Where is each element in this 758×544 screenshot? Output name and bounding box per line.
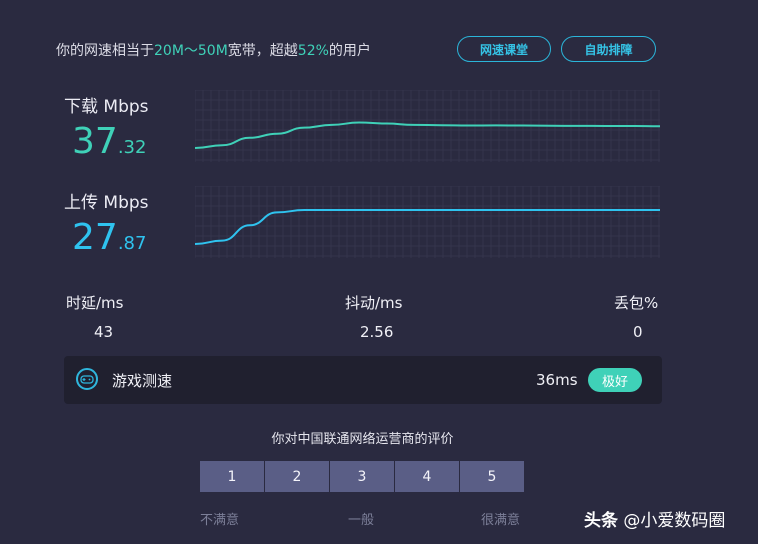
rating-title: 你对中国联通网络运营商的评价 <box>271 432 454 447</box>
speed-course-button[interactable]: 网速课堂 <box>457 36 551 62</box>
jitter-value: 2.56 <box>360 323 394 341</box>
upload-speed: 27.87 <box>72 220 146 262</box>
summary-bandwidth: 20M～50M <box>154 43 228 59</box>
latency-label: 时延/ms <box>66 294 124 312</box>
upload-speed-grid <box>195 186 660 258</box>
rating-option-2[interactable]: 2 <box>265 461 330 492</box>
rating-low-caption: 不满意 <box>200 513 240 528</box>
rating-option-3[interactable]: 3 <box>330 461 395 492</box>
game-speed-title: 游戏测速 <box>112 372 173 390</box>
rating-option-1[interactable]: 1 <box>200 461 265 492</box>
watermark-author: @小爱数码圈 <box>623 511 726 531</box>
latency-value: 43 <box>94 323 114 341</box>
summary-suffix: 的用户 <box>328 43 371 59</box>
game-quality-badge: 极好 <box>588 368 642 392</box>
packet-loss-value: 0 <box>633 323 643 341</box>
summary-prefix: 你的网速相当于 <box>56 43 154 59</box>
download-speed-chart <box>195 90 660 162</box>
download-speed-int: 37 <box>72 121 118 162</box>
upload-speed-dec: .87 <box>117 233 147 254</box>
rating-mid-caption: 一般 <box>348 513 375 528</box>
rating-option-4[interactable]: 4 <box>395 461 460 492</box>
speed-test-result-page: 你的网速相当于20M～50M宽带，超越52%的用户 网速课堂 自助排障 下载 M… <box>0 0 758 544</box>
download-speed: 37.32 <box>72 124 146 166</box>
self-diagnose-button[interactable]: 自助排障 <box>561 36 656 62</box>
rating-high-caption: 很满意 <box>481 513 521 528</box>
upload-speed-int: 27 <box>72 217 118 258</box>
rating-scale: 1 2 3 4 5 <box>200 461 524 492</box>
jitter-label: 抖动/ms <box>345 294 403 312</box>
speed-summary: 你的网速相当于20M～50M宽带，超越52%的用户 <box>56 40 371 60</box>
download-label: 下载 Mbps <box>64 97 149 117</box>
packet-loss-label: 丢包% <box>614 294 659 312</box>
gamepad-icon <box>76 368 98 390</box>
download-speed-dec: .32 <box>117 137 147 158</box>
game-ping-value: 36ms <box>536 371 578 389</box>
rating-option-5[interactable]: 5 <box>460 461 524 492</box>
summary-mid: 宽带，超越 <box>227 43 298 59</box>
watermark-source: 头条 <box>584 511 618 531</box>
watermark: 头条 @小爱数码圈 <box>584 506 725 531</box>
summary-percent: 52% <box>297 43 329 59</box>
upload-speed-chart <box>195 186 660 258</box>
game-speed-test-row[interactable]: 游戏测速 36ms 极好 <box>64 356 662 404</box>
upload-label: 上传 Mbps <box>64 193 149 213</box>
